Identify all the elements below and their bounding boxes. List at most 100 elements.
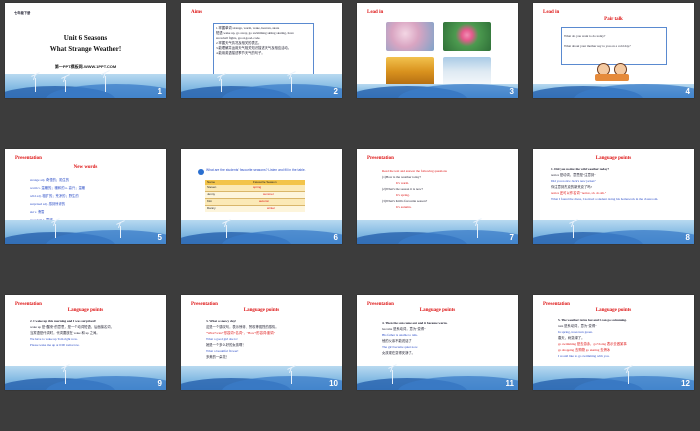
winter-snow-image bbox=[443, 57, 491, 86]
slide-2-footer-band bbox=[181, 74, 342, 98]
slide-thumbnail-11[interactable]: Presentation Language points 4. Then the… bbox=[357, 295, 518, 390]
slide-1-link: 第一PPT模板网-WWW.1PPT.COM bbox=[54, 64, 117, 69]
point-line: What I found the dress, I noticed a stud… bbox=[551, 197, 659, 201]
slide-6-title: What are the students' favourite seasons… bbox=[206, 168, 306, 172]
slide-thumbnail-7[interactable]: Presentation Read the text and answer th… bbox=[357, 149, 518, 244]
slide-7-footer-band bbox=[357, 220, 518, 244]
table-cell-season: summer bbox=[263, 192, 274, 196]
language-points-text: 1. Did you notice the wild weather today… bbox=[551, 166, 679, 202]
exercise-badge bbox=[198, 169, 204, 175]
slide-number: 2 bbox=[333, 87, 338, 96]
slide-11-subtitle: Language points bbox=[419, 308, 456, 313]
kids-illustration bbox=[595, 63, 629, 81]
slide-thumbnail-4[interactable]: Lead in Pair talk What do you want to do… bbox=[533, 3, 694, 98]
slide-number: 8 bbox=[685, 233, 690, 242]
slide-thumbnail-6[interactable]: What are the students' favourite seasons… bbox=[181, 149, 342, 244]
slide-10-heading: Presentation bbox=[191, 302, 218, 307]
slide-thumbnail-10[interactable]: Presentation Language points 3. What a s… bbox=[181, 295, 342, 390]
aim-line: 4.能用英语描述季节天气的句子。 bbox=[216, 51, 265, 55]
point-line: 女孩现在变得安静了。 bbox=[382, 351, 415, 355]
slide-11-footer-band bbox=[357, 366, 518, 390]
slide-thumbnail-1[interactable]: 七年级下册 Unit 6 Seasons What Strange Weathe… bbox=[5, 3, 166, 98]
slide-4-subtitle: Pair talk bbox=[604, 17, 623, 22]
point-line: 多美的一朵花！ bbox=[206, 355, 230, 359]
turbine-icon bbox=[291, 371, 292, 384]
slide-10-subtitle: Language points bbox=[243, 308, 280, 313]
slide-number: 7 bbox=[509, 233, 514, 242]
language-points-text: 4. Then the sun came out and it became w… bbox=[382, 320, 504, 356]
slide-number: 12 bbox=[681, 379, 690, 388]
slide-9-heading: Presentation bbox=[15, 302, 42, 307]
slide-5-heading: Presentation bbox=[15, 156, 42, 161]
turbine-icon bbox=[55, 224, 56, 238]
slide-12-subtitle: Language points bbox=[595, 308, 632, 313]
slide-thumbnail-3[interactable]: Lead in 3 bbox=[357, 3, 518, 98]
seasons-table: Name Favourite Season Steven spring Jenn… bbox=[205, 180, 305, 212]
turbine-icon bbox=[226, 225, 227, 238]
turbine-icon bbox=[65, 370, 66, 384]
spring-blossom-image bbox=[386, 22, 434, 51]
turbine-icon bbox=[573, 225, 574, 238]
slide-1-subtitle: What Strange Weather! bbox=[49, 45, 122, 53]
slide-9-subtitle: Language points bbox=[67, 308, 104, 313]
slide-number: 1 bbox=[157, 87, 162, 96]
slide-8-footer-band bbox=[533, 220, 694, 244]
slide-number: 3 bbox=[509, 87, 514, 96]
slide-3-heading: Lead in bbox=[367, 10, 384, 15]
slide-number: 11 bbox=[505, 379, 514, 388]
word-item: wild adj. 粗犷的；荒凉的；野生的 bbox=[30, 194, 79, 198]
slide-thumbnail-5[interactable]: Presentation New words strange adj. 奇怪的；… bbox=[5, 149, 166, 244]
turbine-icon bbox=[105, 76, 106, 92]
table-cell-name: Danny bbox=[207, 206, 216, 210]
word-item: surprised adj. 感到惊讶的 bbox=[30, 202, 66, 206]
language-points-text: 3. What a snowy day! 这是一个感叹句，表示惊讶、赞叹等强烈的… bbox=[206, 318, 328, 360]
slide-thumbnail-8[interactable]: Language points 1. Did you notice the wi… bbox=[533, 149, 694, 244]
turbine-icon bbox=[628, 371, 629, 384]
table-cell-season: winter bbox=[267, 206, 276, 210]
slide-5-subtitle: New words bbox=[73, 165, 98, 170]
table-cell-name: Jenny bbox=[207, 192, 216, 196]
slide-number: 4 bbox=[685, 87, 690, 96]
slide-5-footer-band bbox=[5, 220, 166, 244]
point-line: I would like to go swimming with you. bbox=[558, 354, 610, 358]
slide-11-heading: Presentation bbox=[367, 302, 394, 307]
language-points-text: 2. I woke up this morning and I was surp… bbox=[30, 318, 152, 348]
turbine-icon bbox=[477, 224, 478, 238]
slide-number: 9 bbox=[157, 379, 162, 388]
slide-2-aims-box: 1.掌握单词 strange, warm, wake, heaven, skat… bbox=[213, 23, 314, 75]
slide-thumbnail-9[interactable]: Presentation Language points 2. I woke u… bbox=[5, 295, 166, 390]
slide-1-label: 七年级下册 bbox=[14, 11, 31, 15]
turbine-icon bbox=[291, 77, 292, 92]
turbine-icon bbox=[35, 78, 36, 92]
pair-talk-box: What do you want to do today? What about… bbox=[561, 27, 667, 65]
turbine-icon bbox=[221, 79, 222, 92]
slide-6-footer-band bbox=[181, 220, 342, 244]
table-cell-season: autumn bbox=[259, 199, 270, 203]
point-line: Please wake me up at 6:00 tomorrow. bbox=[30, 343, 80, 347]
slide-4-footer-band bbox=[533, 84, 694, 98]
slide-10-footer-band bbox=[181, 366, 342, 390]
word-item: ski v. 滑雪 bbox=[30, 210, 45, 214]
question-1: What do you want to do today? bbox=[564, 34, 606, 38]
slide-2-heading: Aims bbox=[191, 10, 203, 15]
reading-questions: Read the text and answer the following q… bbox=[382, 168, 497, 210]
table-cell-season: spring bbox=[253, 185, 262, 189]
slide-8-subtitle: Language points bbox=[595, 156, 632, 161]
slide-1-title: Unit 6 Seasons bbox=[63, 34, 108, 42]
slide-1-footer-band bbox=[5, 74, 166, 98]
slide-9-footer-band bbox=[5, 366, 166, 390]
word-item: strange adj. 奇怪的；陌生的 bbox=[30, 178, 70, 182]
summer-lotus-image bbox=[443, 22, 491, 51]
slide-thumbnail-12[interactable]: Presentation Language points 5. The weat… bbox=[533, 295, 694, 390]
table-cell-name: Kim bbox=[207, 199, 213, 203]
language-points-text: 5. The weather turns hot and I can go sw… bbox=[558, 317, 682, 359]
slide-thumbnail-2[interactable]: Aims 1.掌握单词 strange, warm, wake, heaven,… bbox=[181, 3, 342, 98]
new-words-list: strange adj. 奇怪的；陌生的 warm v. 温暖的；暖和的 n. … bbox=[30, 176, 140, 224]
autumn-field-image bbox=[386, 57, 434, 86]
slide-number: 10 bbox=[329, 379, 338, 388]
slide-number: 5 bbox=[157, 233, 162, 242]
slide-4-heading: Lead in bbox=[543, 10, 560, 15]
slide-12-heading: Presentation bbox=[543, 302, 570, 307]
table-cell-name: Steven bbox=[207, 185, 217, 189]
turbine-icon bbox=[392, 370, 393, 384]
